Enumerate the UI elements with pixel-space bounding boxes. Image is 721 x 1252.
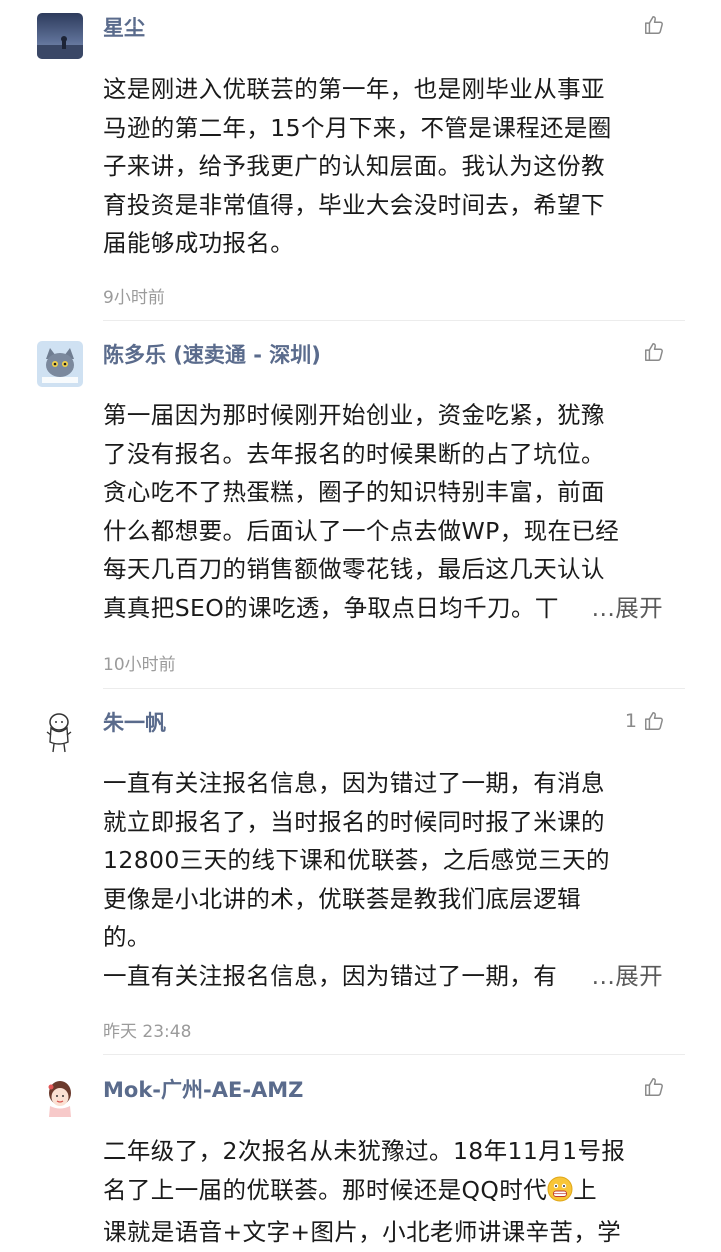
avatar[interactable] (37, 13, 83, 59)
comment-text: 二年级了，2次报名从未犹豫过。18年11月1号报 名了上一届的优联荟。那时候还是… (103, 1137, 626, 1247)
expand-link[interactable]: ...展开 (587, 588, 663, 628)
comment-time: 10小时前 (103, 655, 176, 675)
avatar[interactable] (37, 1075, 83, 1121)
divider (103, 1054, 685, 1055)
thumbs-up-icon (645, 1078, 663, 1096)
commenter-name[interactable]: 星尘 (103, 14, 145, 42)
comment-time: 9小时前 (103, 288, 165, 308)
comment-text: 第一届因为那时候刚开始创业，资金吃紧，犹豫 了没有报名。去年报名的时候果断的占了… (103, 396, 663, 628)
grinning-emoji-icon (547, 1175, 573, 1214)
like-button[interactable] (637, 11, 665, 39)
comment-text: 这是刚进入优联芸的第一年，也是刚毕业从事亚 马逊的第二年，15个月下来，不管是课… (103, 75, 612, 258)
like-button[interactable] (637, 1073, 665, 1101)
commenter-name[interactable]: 陈多乐 (速卖通 - 深圳) (103, 341, 321, 369)
avatar[interactable] (37, 708, 83, 754)
comment-text: 一直有关注报名信息，因为错过了一期，有消息 就立即报名了，当时报名的时候同时报了… (103, 764, 663, 996)
thumbs-up-icon (645, 16, 663, 34)
like-count: 1 (624, 710, 637, 732)
avatar[interactable] (37, 341, 83, 387)
like-button[interactable] (637, 338, 665, 366)
expand-link[interactable]: ...展开 (587, 956, 663, 996)
divider (103, 688, 685, 689)
like-button[interactable]: 1 (625, 707, 665, 735)
thumbs-up-icon (645, 343, 663, 361)
comment-time: 昨天 23:48 (103, 1022, 192, 1042)
commenter-name[interactable]: 朱一帆 (103, 709, 166, 737)
thumbs-up-icon (645, 712, 663, 730)
commenter-name[interactable]: Mok-广州-AE-AMZ (103, 1076, 303, 1104)
divider (103, 320, 685, 321)
